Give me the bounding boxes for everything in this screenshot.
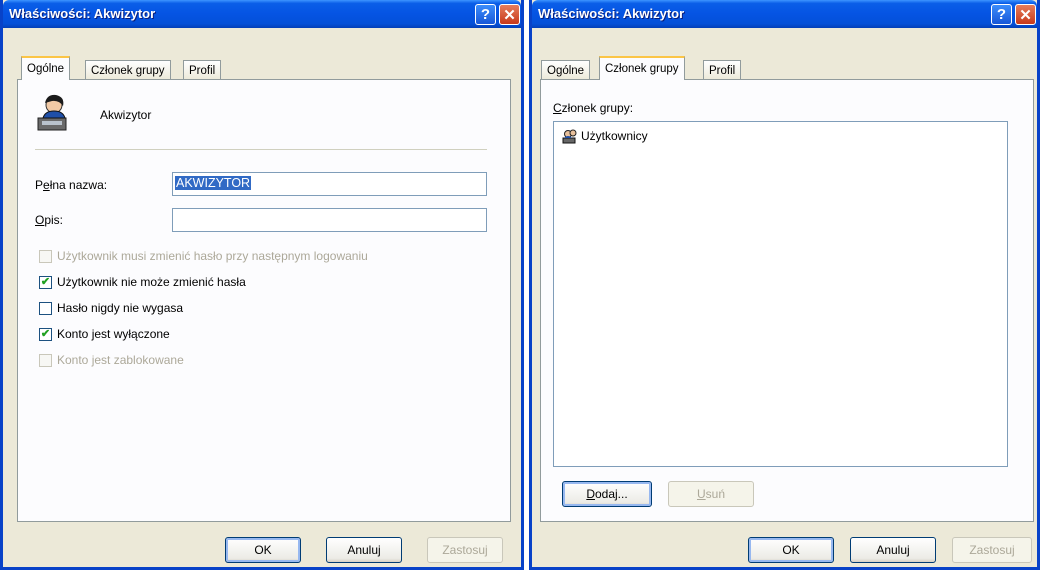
properties-dialog-general: Właściwości: Akwizytor ? ✕ Ogólne Człone… — [0, 0, 524, 570]
checkbox-account-disabled[interactable]: ✔ — [39, 328, 52, 341]
full-name-label: Pełna nazwa: — [35, 178, 108, 192]
user-icon — [35, 94, 71, 132]
add-button[interactable]: Dodaj... — [562, 481, 652, 507]
properties-dialog-member-of: Właściwości: Akwizytor ? ✕ Ogólne Człone… — [529, 0, 1040, 570]
tab-group-member[interactable]: Członek grupy — [599, 56, 685, 80]
cannot-change-password-label[interactable]: Użytkownik nie może zmienić hasła — [57, 275, 246, 289]
cancel-button[interactable]: Anuluj — [326, 537, 402, 563]
checkbox-cannot-change-password[interactable]: ✔ — [39, 276, 52, 289]
checkbox-account-locked — [39, 354, 52, 367]
user-name: Akwizytor — [100, 108, 152, 122]
help-icon[interactable]: ? — [475, 4, 496, 25]
description-field[interactable] — [172, 208, 487, 232]
password-never-expires-label[interactable]: Hasło nigdy nie wygasa — [57, 301, 183, 315]
close-icon[interactable]: ✕ — [499, 4, 520, 25]
remove-button: Usuń — [668, 481, 754, 507]
member-of-label: Członek grupy: — [553, 101, 634, 115]
full-name-value: AKWIZYTOR — [175, 176, 252, 190]
close-icon[interactable]: ✕ — [1015, 4, 1036, 25]
account-locked-label: Konto jest zablokowane — [57, 353, 184, 367]
checkbox-password-never-expires[interactable] — [39, 302, 52, 315]
checkbox-must-change-password — [39, 250, 52, 263]
tab-strip: Ogólne Członek grupy Profil — [532, 54, 1037, 80]
divider — [35, 149, 487, 150]
tab-profile[interactable]: Profil — [703, 60, 742, 80]
ok-button[interactable]: OK — [748, 537, 834, 563]
tab-panel-member-of: Członek grupy: Użytkownicy Dodaj... Usuń — [540, 79, 1034, 522]
tab-general[interactable]: Ogólne — [21, 56, 71, 80]
list-item[interactable]: Użytkownicy — [562, 128, 648, 144]
tab-profile[interactable]: Profil — [183, 60, 222, 80]
window-title: Właściwości: Akwizytor — [9, 6, 156, 21]
apply-button: Zastosuj — [427, 537, 503, 563]
tab-general[interactable]: Ogólne — [541, 60, 591, 80]
must-change-password-label: Użytkownik musi zmienić hasło przy nastę… — [57, 249, 368, 263]
tab-panel-general: Akwizytor Pełna nazwa: AKWIZYTOR Opis: U… — [17, 79, 511, 522]
account-disabled-label[interactable]: Konto jest wyłączone — [57, 327, 170, 341]
title-bar[interactable]: Właściwości: Akwizytor ? ✕ — [532, 0, 1037, 28]
apply-button: Zastosuj — [952, 537, 1032, 563]
group-icon — [562, 128, 578, 144]
description-label: Opis: — [35, 213, 64, 227]
cancel-button[interactable]: Anuluj — [850, 537, 936, 563]
group-list[interactable]: Użytkownicy — [553, 121, 1008, 467]
full-name-field[interactable]: AKWIZYTOR — [172, 172, 487, 196]
tab-group-member[interactable]: Członek grupy — [85, 60, 171, 80]
tab-strip: Ogólne Członek grupy Profil — [3, 54, 521, 80]
ok-button[interactable]: OK — [225, 537, 301, 563]
window-title: Właściwości: Akwizytor — [538, 6, 685, 21]
group-name: Użytkownicy — [581, 129, 648, 143]
title-bar[interactable]: Właściwości: Akwizytor ? ✕ — [3, 0, 521, 28]
help-icon[interactable]: ? — [991, 4, 1012, 25]
